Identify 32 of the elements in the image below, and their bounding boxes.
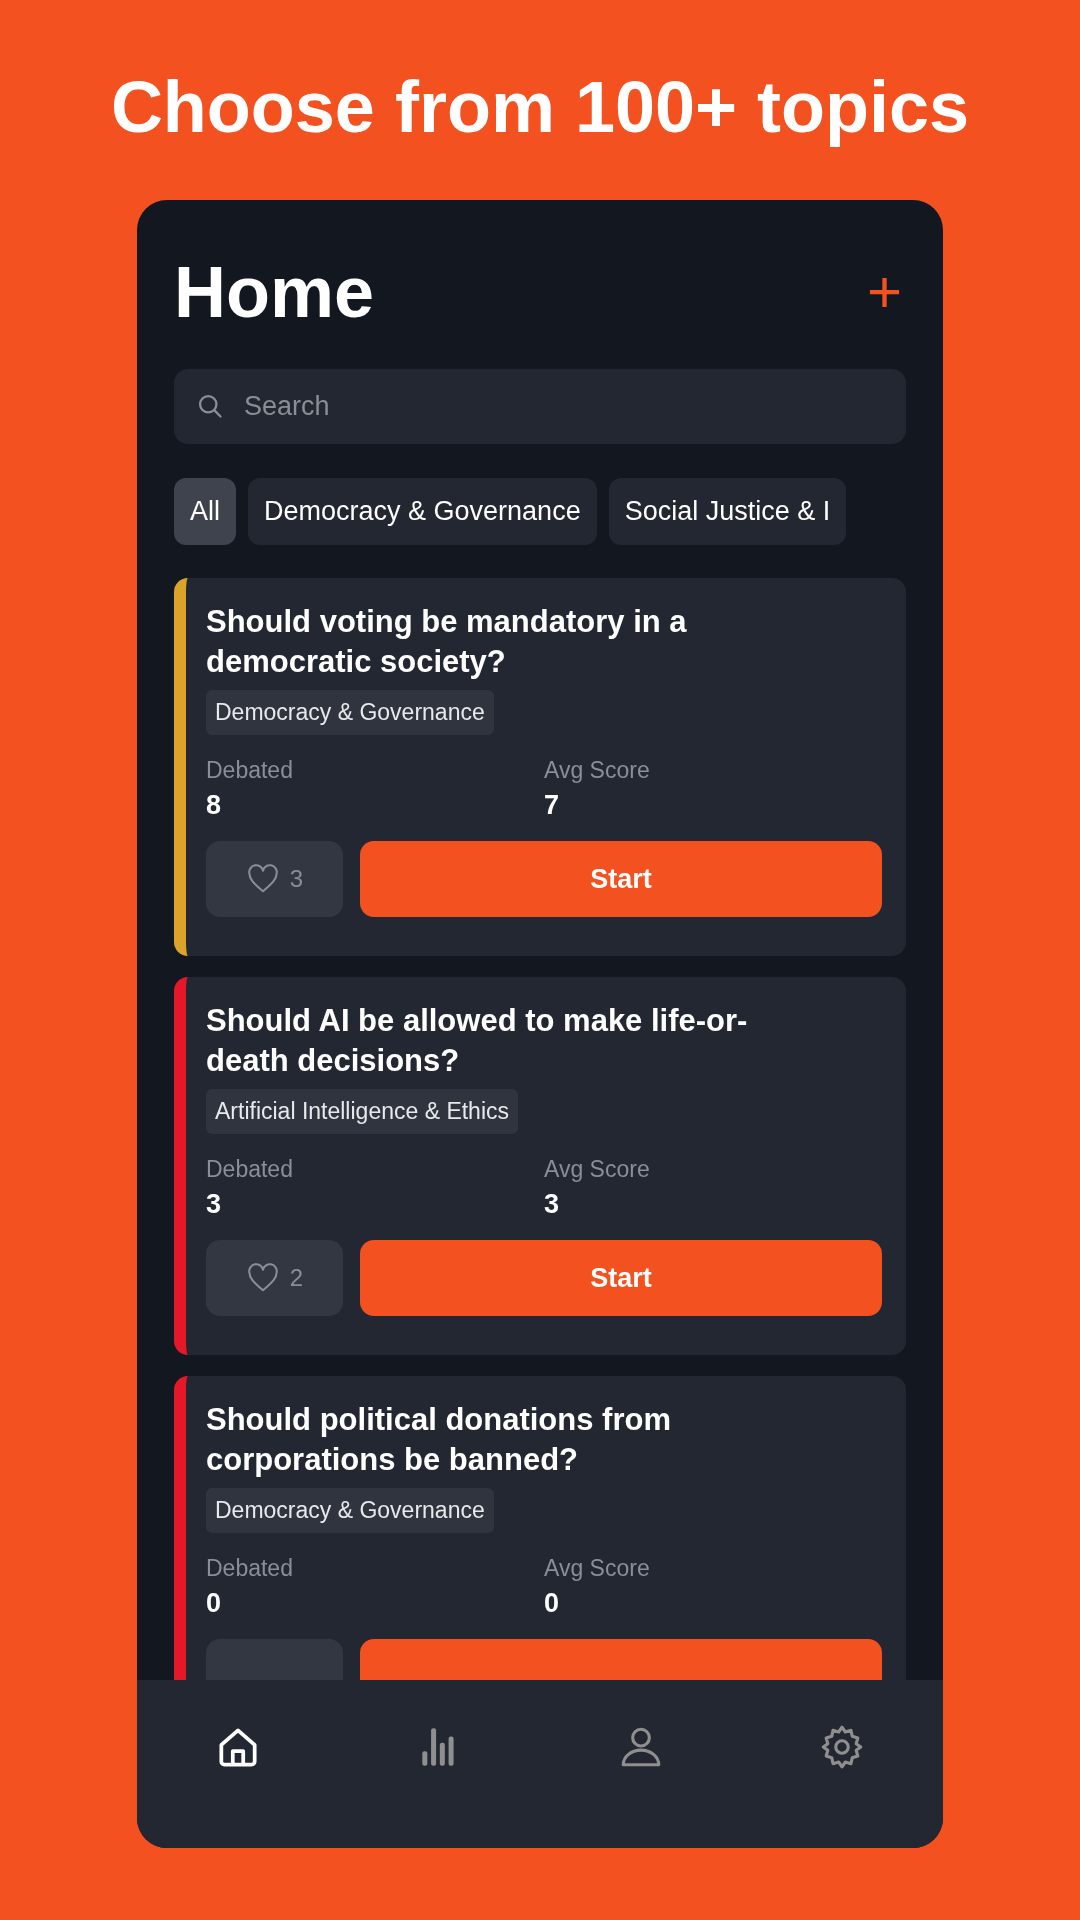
- stat-label: Debated: [206, 1156, 294, 1183]
- category-tag: Artificial Intelligence & Ethics: [206, 1089, 518, 1134]
- stat-value: 8: [206, 790, 223, 821]
- stat-value: 3: [206, 1189, 223, 1220]
- headline: Choose from 100+ topics: [110, 66, 970, 149]
- topic-title: Should voting be mandatory in a democratic society?: [206, 603, 688, 681]
- category-tag: Democracy & Governance: [206, 1488, 494, 1533]
- add-button[interactable]: +: [862, 262, 906, 322]
- stat-value: 0: [206, 1588, 223, 1619]
- category-chip[interactable]: Democracy & Governance: [248, 478, 597, 545]
- category-tag: Democracy & Governance: [206, 690, 494, 735]
- heart-icon: [245, 1263, 280, 1293]
- stat-label: Avg Score: [544, 1555, 651, 1582]
- category-chip[interactable]: Social Justice & I: [608, 478, 847, 545]
- screen-title: Home: [174, 251, 375, 333]
- start-button[interactable]: Start: [360, 841, 882, 917]
- category-chip[interactable]: All: [174, 478, 236, 545]
- topic-title: Should political donations from corporations be banned?: [206, 1401, 672, 1479]
- stat-label: Avg Score: [544, 757, 651, 784]
- search-icon: [196, 392, 224, 420]
- stat-label: Debated: [206, 757, 294, 784]
- start-button[interactable]: Start: [360, 1240, 882, 1316]
- heart-icon: [245, 864, 280, 894]
- search-field[interactable]: Search: [174, 369, 906, 444]
- stat-value: 7: [544, 790, 561, 821]
- stat-value: 0: [544, 1588, 561, 1619]
- stat-label: Avg Score: [544, 1156, 651, 1183]
- stat-value: 3: [544, 1189, 561, 1220]
- topic-title: Should AI be allowed to make life-or-death decisions?: [206, 1002, 749, 1080]
- stat-label: Debated: [206, 1555, 294, 1582]
- like-button[interactable]: 3: [206, 841, 343, 917]
- like-button[interactable]: 2: [206, 1240, 343, 1316]
